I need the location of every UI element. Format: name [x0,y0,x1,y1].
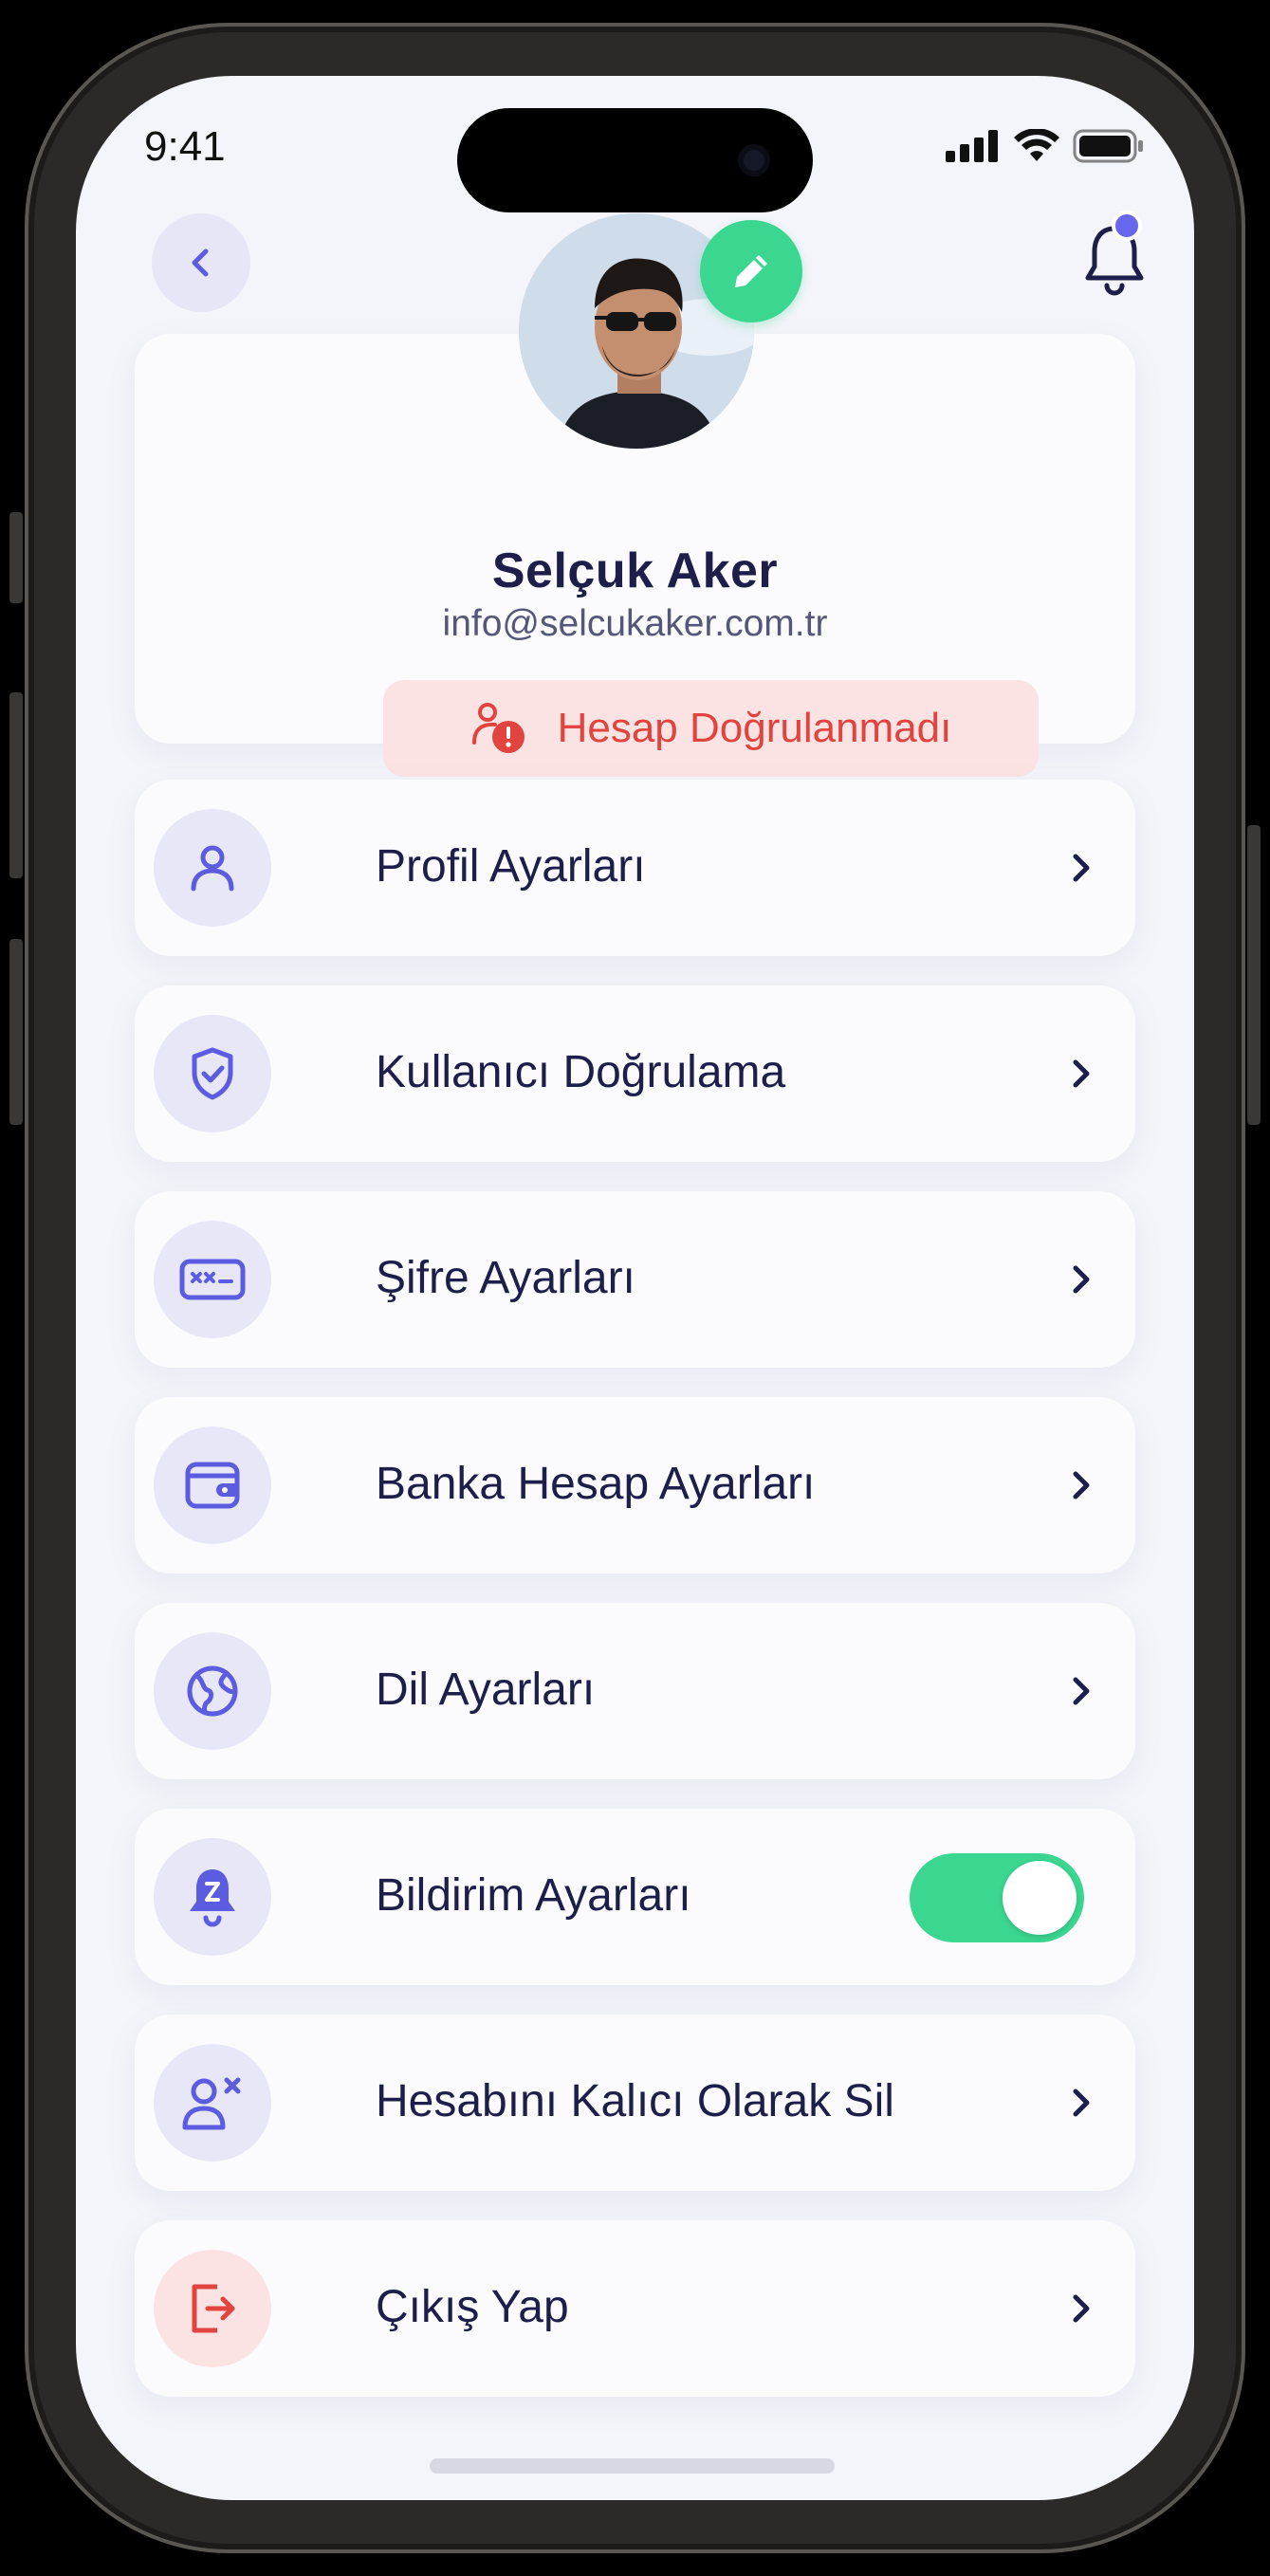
chevron-right-icon [1061,1671,1101,1711]
pencil-icon [735,255,767,287]
chevron-right-icon [1061,1465,1101,1505]
menu-icon-wrap [154,809,271,927]
menu-item-user-verification[interactable]: Kullanıcı Doğrulama [135,985,1135,1162]
user-email: info@selcukaker.com.tr [442,603,828,644]
menu-label: Banka Hesap Ayarları [376,1459,816,1509]
password-field-icon [179,1259,246,1300]
menu-item-bank-account-settings[interactable]: Banka Hesap Ayarları [135,1397,1135,1573]
wallet-icon [185,1462,240,1509]
menu-item-notification-settings: Bildirim Ayarları [135,1809,1135,1985]
wifi-icon [1014,129,1059,161]
chevron-right-icon [1061,2289,1101,2328]
notification-toggle[interactable] [910,1853,1084,1942]
chevron-right-icon [1061,2083,1101,2123]
menu-item-delete-account[interactable]: Hesabını Kalıcı Olarak Sil [135,2015,1135,2191]
menu-label: Dil Ayarları [376,1665,596,1715]
verification-status-text: Hesap Doğrulanmadı [557,705,952,751]
menu-item-language-settings[interactable]: Dil Ayarları [135,1603,1135,1779]
volume-down-button [9,939,23,1125]
mute-switch [9,512,23,603]
menu-item-profile-settings[interactable]: Profil Ayarları [135,780,1135,956]
logout-icon [192,2284,235,2333]
menu-icon-wrap [154,1221,271,1338]
menu-label: Hesabını Kalıcı Olarak Sil [376,2076,894,2126]
user-icon [191,845,234,892]
battery-icon [1073,129,1143,163]
user-warning-icon [471,703,525,753]
menu-icon-wrap [154,1632,271,1750]
volume-up-button [9,692,23,878]
menu-icon-wrap [154,1838,271,1956]
menu-icon-wrap [154,2044,271,2162]
globe-icon [187,1665,238,1717]
menu-label: Profil Ayarları [376,841,646,892]
edit-avatar-button[interactable] [700,220,802,322]
verification-status-badge[interactable]: Hesap Doğrulanmadı [383,680,1039,777]
signal-icon [946,130,998,162]
power-button [1247,825,1261,1125]
home-indicator[interactable] [430,2458,835,2474]
menu-label: Bildirim Ayarları [376,1870,691,1921]
status-time: 9:41 [144,123,226,170]
back-button[interactable] [152,213,250,312]
menu-item-password-settings[interactable]: Şifre Ayarları [135,1191,1135,1368]
menu-label: Kullanıcı Doğrulama [376,1047,786,1097]
menu-item-logout[interactable]: Çıkış Yap [135,2220,1135,2397]
menu-label: Şifre Ayarları [376,1253,635,1303]
chevron-right-icon [1061,848,1101,888]
user-remove-icon [182,2077,241,2130]
status-icons [946,129,1145,163]
front-camera [738,144,770,176]
bell-snooze-icon [190,1869,235,1927]
toggle-knob [1003,1861,1077,1935]
app-screen: 9:41 Selçuk Aker info@selcukaker.com.tr … [76,76,1194,2500]
chevron-left-icon [192,248,209,277]
menu-icon-wrap [154,2250,271,2367]
notification-dot [1112,211,1142,241]
chevron-right-icon [1061,1054,1101,1094]
chevron-right-icon [1061,1260,1101,1299]
menu-icon-wrap [154,1426,271,1544]
user-name: Selçuk Aker [491,543,779,598]
menu-label: Çıkış Yap [376,2282,569,2332]
menu-icon-wrap [154,1015,271,1132]
shield-check-icon [192,1047,233,1100]
